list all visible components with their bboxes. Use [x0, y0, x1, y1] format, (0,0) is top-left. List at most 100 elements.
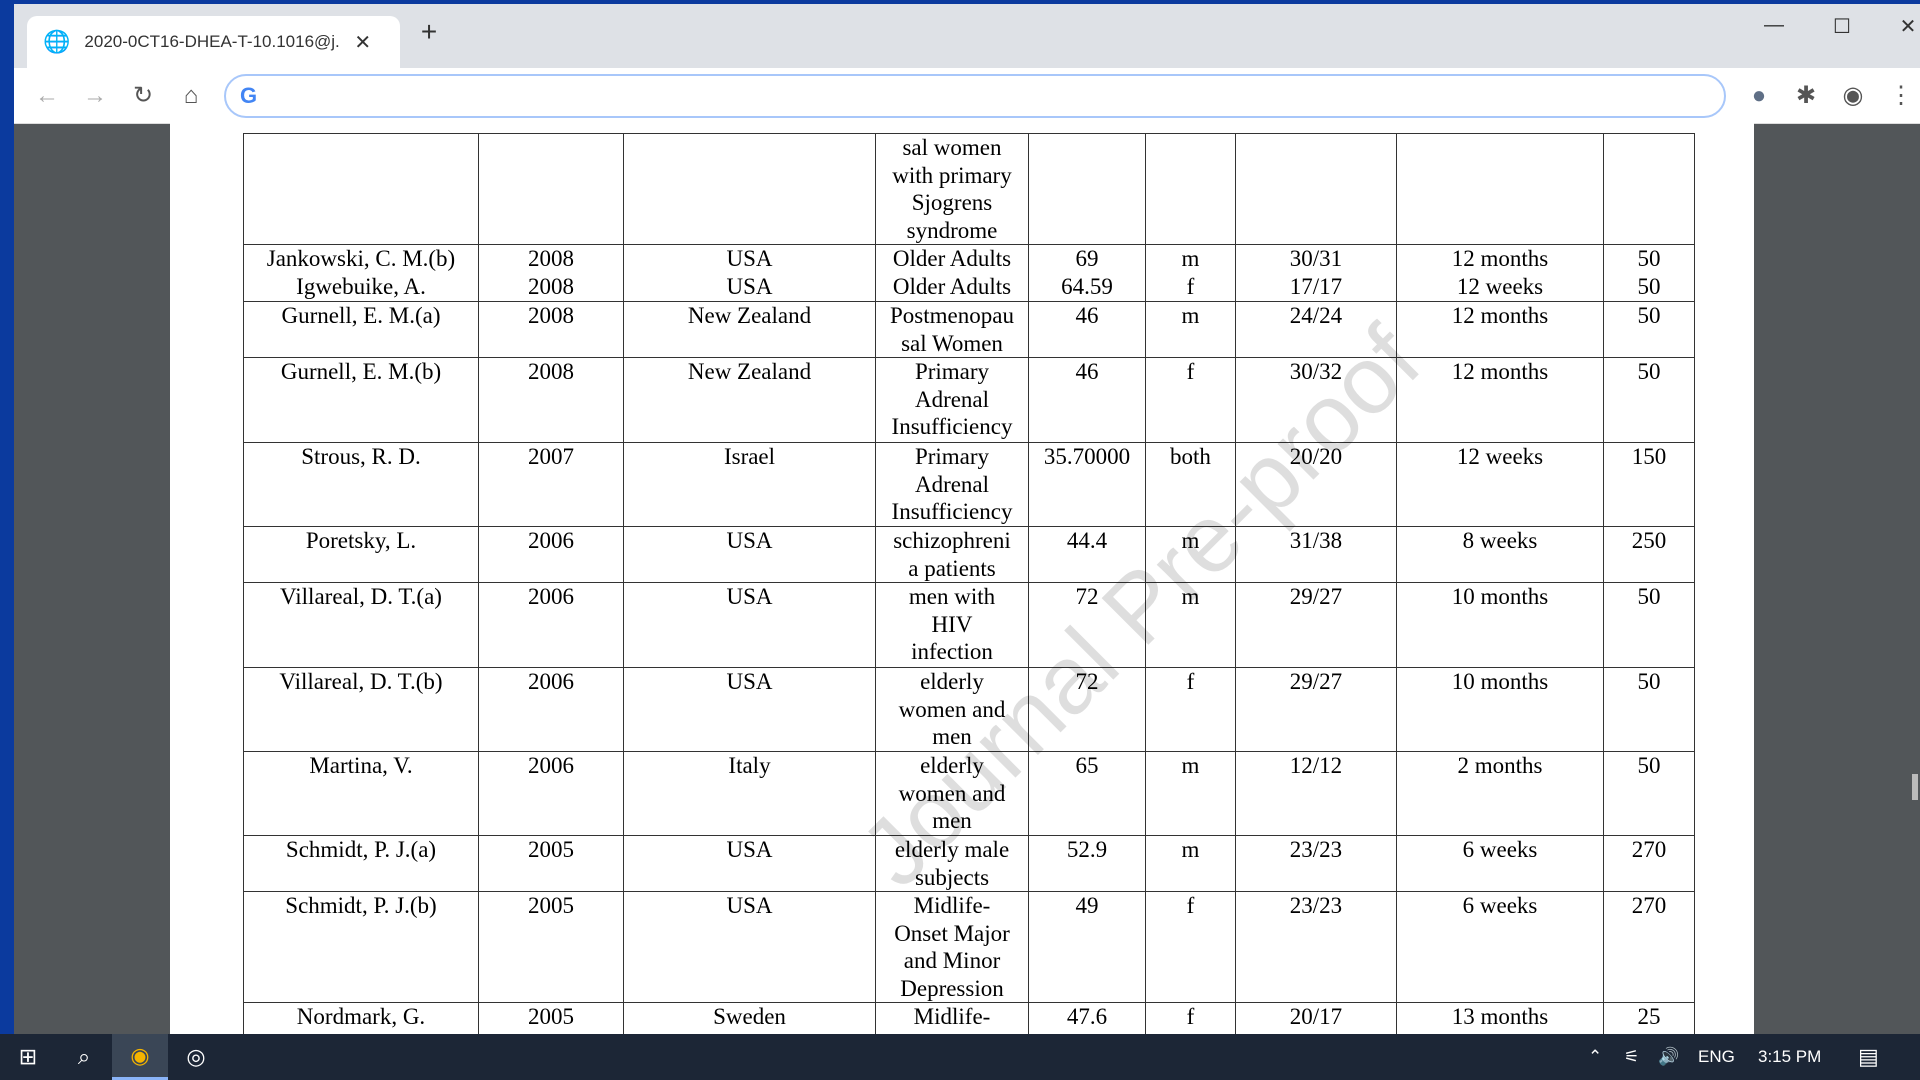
taskbar: ⊞ ⌕ ◉ ◎ ⌃ ⚟ 🔊 ENG 3:15 PM ▤	[0, 1034, 1920, 1080]
table-cell: f	[1145, 1002, 1236, 1034]
table-cell: 35.70000	[1028, 442, 1146, 527]
table-cell: m	[1145, 301, 1236, 358]
address-bar[interactable]: G	[224, 74, 1726, 118]
windows-start-icon[interactable]: ⊞	[0, 1034, 56, 1080]
table-row: Schmidt, P. J.(a) 2005 USA elderly male sub…	[243, 835, 1695, 892]
table-cell	[1396, 133, 1604, 245]
table-cell: elderly male subjects	[875, 835, 1029, 892]
table-cell: 50 50	[1603, 244, 1695, 302]
table-cell: 2006	[478, 667, 624, 752]
table-cell: elderly women and men	[875, 667, 1029, 752]
table-cell: 2 months	[1396, 751, 1604, 836]
table-cell: 50	[1603, 301, 1695, 358]
table-cell: 2006	[478, 582, 624, 668]
reload-icon[interactable]: ↻	[128, 82, 158, 110]
table-cell: 10 months	[1396, 667, 1604, 752]
tray-chevron-icon[interactable]: ⌃	[1588, 1034, 1602, 1080]
clock[interactable]: 3:15 PM	[1758, 1034, 1821, 1080]
network-icon[interactable]: ⚟	[1624, 1034, 1639, 1080]
table-row: sal women with primary Sjogrens syndrome	[243, 133, 1695, 245]
table-cell: 6 weeks	[1396, 891, 1604, 1003]
table-cell	[1603, 133, 1695, 245]
language-indicator[interactable]: ENG	[1698, 1034, 1735, 1080]
table-cell: both	[1145, 442, 1236, 527]
table-cell: 23/23	[1235, 891, 1397, 1003]
table-cell: Postmenopau sal Women	[875, 301, 1029, 358]
home-icon[interactable]: ⌂	[176, 82, 206, 110]
globe-icon: 🌐	[43, 29, 71, 54]
table-cell: Gurnell, E. M.(b)	[243, 357, 479, 443]
table-cell: Older Adults Older Adults	[875, 244, 1029, 302]
table-cell: 2006	[478, 751, 624, 836]
tab-active[interactable]: 🌐 2020-0CT16-DHEA-T-10.1016@j. ✕	[27, 16, 400, 68]
table-cell: 6 weeks	[1396, 835, 1604, 892]
table-cell: elderly women and men	[875, 751, 1029, 836]
table-cell: 2005	[478, 1002, 624, 1034]
table-cell: 52.9	[1028, 835, 1146, 892]
table-cell: 2008	[478, 301, 624, 358]
table-cell: 24/24	[1235, 301, 1397, 358]
back-icon[interactable]: ←	[32, 82, 62, 110]
table-row: Schmidt, P. J.(b) 2005 USA Midlife- Onset M…	[243, 891, 1695, 1003]
scrollbar-thumb[interactable]	[1912, 774, 1918, 800]
table-cell: 30/32	[1235, 357, 1397, 443]
table-row: Poretsky, L. 2006 USA schizophreni a patien…	[243, 526, 1695, 583]
notifications-icon[interactable]: ▤	[1858, 1034, 1879, 1080]
tab-title: 2020-0CT16-DHEA-T-10.1016@j.	[84, 32, 340, 51]
table-cell: Primary Adrenal Insufficiency	[875, 357, 1029, 443]
pdf-page: sal women with primary Sjogrens syndrome…	[170, 122, 1754, 1034]
table-cell: m	[1145, 751, 1236, 836]
data-table: sal women with primary Sjogrens syndrome…	[243, 133, 1695, 1034]
table-cell: 2006	[478, 526, 624, 583]
table-cell: 12/12	[1235, 751, 1397, 836]
table-cell	[1028, 133, 1146, 245]
table-cell: 270	[1603, 891, 1695, 1003]
table-cell: 23/23	[1235, 835, 1397, 892]
table-cell	[623, 133, 876, 245]
profile-avatar-icon[interactable]: ◉	[1838, 82, 1868, 110]
maximize-button[interactable]: ☐	[1822, 14, 1862, 39]
table-cell: USA	[623, 667, 876, 752]
forward-icon[interactable]: →	[80, 82, 110, 110]
table-cell: 44.4	[1028, 526, 1146, 583]
search-icon[interactable]: ⌕	[56, 1034, 112, 1080]
table-cell: 31/38	[1235, 526, 1397, 583]
table-cell: 50	[1603, 667, 1695, 752]
table-cell: 69 64.59	[1028, 244, 1146, 302]
table-row: Strous, R. D. 2007 Israel Primary Adrenal I…	[243, 442, 1695, 527]
table-cell: 50	[1603, 751, 1695, 836]
volume-icon[interactable]: 🔊	[1658, 1034, 1679, 1080]
table-cell: 2005	[478, 891, 624, 1003]
table-row: Gurnell, E. M.(a) 2008 New Zealand Postmeno…	[243, 301, 1695, 358]
toolbar: ← → ↻ ⌂ G ● ✱ ◉ ⋮	[14, 68, 1920, 124]
close-window-button[interactable]: ✕	[1888, 14, 1920, 39]
extensions-puzzle-icon[interactable]: ✱	[1791, 82, 1821, 110]
close-tab-icon[interactable]: ✕	[354, 30, 371, 55]
table-cell: Strous, R. D.	[243, 442, 479, 527]
table-cell	[1145, 133, 1236, 245]
table-cell	[1235, 133, 1397, 245]
tab-strip: 🌐 2020-0CT16-DHEA-T-10.1016@j. ✕ + — ☐ ✕	[14, 4, 1920, 68]
table-cell: 20/17	[1235, 1002, 1397, 1034]
table-cell: Israel	[623, 442, 876, 527]
media-app-icon[interactable]: ◎	[168, 1034, 224, 1080]
table-cell: 50	[1603, 357, 1695, 443]
table-cell: Primary Adrenal Insufficiency	[875, 442, 1029, 527]
new-tab-button[interactable]: +	[409, 16, 449, 48]
table-cell: Nordmark, G.	[243, 1002, 479, 1034]
browser-window: 🌐 2020-0CT16-DHEA-T-10.1016@j. ✕ + — ☐ ✕…	[14, 4, 1920, 1034]
table-row: Villareal, D. T.(a) 2006 USA men with HIV i…	[243, 582, 1695, 668]
table-cell: 47.6	[1028, 1002, 1146, 1034]
table-cell	[478, 133, 624, 245]
menu-kebab-icon[interactable]: ⋮	[1886, 82, 1916, 110]
chrome-taskbar-icon[interactable]: ◉	[112, 1034, 168, 1080]
table-cell: USA	[623, 582, 876, 668]
google-icon: G	[240, 83, 258, 108]
extension-cursor-icon[interactable]: ●	[1744, 82, 1774, 110]
table-cell: 2008 2008	[478, 244, 624, 302]
table-cell: 72	[1028, 667, 1146, 752]
minimize-button[interactable]: —	[1754, 14, 1794, 37]
table-cell: Midlife- Onset Major and Minor Depressio…	[875, 891, 1029, 1003]
table-cell: Italy	[623, 751, 876, 836]
table-cell: USA	[623, 526, 876, 583]
